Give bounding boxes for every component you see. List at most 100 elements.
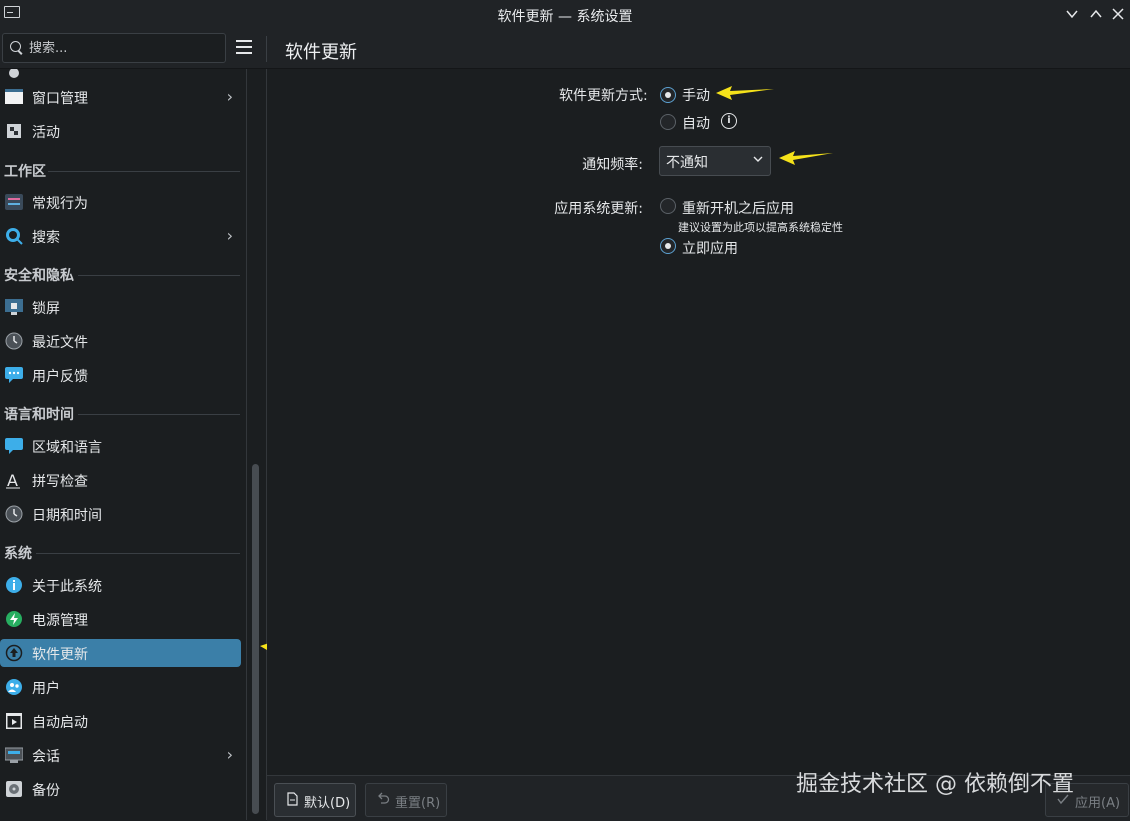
autostart-icon bbox=[6, 713, 22, 729]
update-icon bbox=[5, 644, 23, 662]
spellcheck-icon: A bbox=[6, 471, 20, 489]
recent-files-icon bbox=[5, 332, 23, 350]
apply-updates-label: 应用系统更新: bbox=[554, 201, 643, 217]
update-mode-auto-label[interactable]: 自动 bbox=[682, 113, 710, 133]
section-system: 系统 bbox=[4, 543, 240, 563]
sidebar-item-label: 软件更新 bbox=[32, 647, 88, 663]
section-title: 语言和时间 bbox=[4, 407, 74, 423]
search-box[interactable] bbox=[2, 33, 226, 63]
sidebar-item-label: 备份 bbox=[32, 783, 60, 799]
apply-hint-text: 建议设置为此项以提高系统稳定性 bbox=[678, 221, 843, 234]
notify-frequency-select[interactable]: 不通知 bbox=[659, 146, 771, 176]
activities-icon bbox=[7, 124, 21, 138]
document-icon bbox=[287, 792, 298, 806]
watermark-text: 掘金技术社区 @ 依赖倒不置 bbox=[796, 772, 1074, 797]
lock-screen-icon bbox=[5, 299, 23, 315]
section-divider bbox=[48, 171, 240, 172]
header-divider bbox=[266, 36, 267, 62]
sidebar-item-label: 会话 bbox=[32, 749, 60, 765]
sidebar-item-label: 区域和语言 bbox=[32, 440, 102, 456]
sidebar-item-users[interactable]: 用户 bbox=[0, 673, 241, 701]
sidebar-item-label: 拼写检查 bbox=[32, 474, 88, 490]
section-divider bbox=[36, 553, 240, 554]
sidebar-item-label: 自动启动 bbox=[32, 715, 88, 731]
update-mode-label: 软件更新方式: bbox=[559, 88, 648, 104]
sidebar: 窗口管理 › 活动 工作区 常规行为 搜索 › 安全和隐私 锁屏 最近文件 用户… bbox=[0, 69, 246, 820]
feedback-icon bbox=[5, 367, 23, 383]
annotation-arrow-icon bbox=[779, 151, 833, 165]
defaults-button[interactable]: 默认(D) bbox=[274, 783, 356, 817]
sidebar-item-label: 用户反馈 bbox=[32, 369, 88, 385]
section-title: 系统 bbox=[4, 546, 32, 562]
sidebar-item-search[interactable]: 搜索 › bbox=[0, 222, 241, 250]
section-divider bbox=[78, 275, 240, 276]
window-icon bbox=[5, 89, 23, 104]
info-icon[interactable]: i bbox=[721, 113, 737, 129]
update-mode-manual-label[interactable]: 手动 bbox=[682, 85, 710, 105]
sidebar-item-spellcheck[interactable]: A 拼写检查 bbox=[0, 466, 241, 494]
hamburger-menu-icon[interactable] bbox=[236, 40, 252, 54]
chevron-right-icon: › bbox=[226, 745, 233, 764]
section-divider bbox=[78, 414, 240, 415]
section-workspace: 工作区 bbox=[4, 161, 240, 181]
apply-now-radio[interactable] bbox=[660, 238, 676, 254]
sidebar-item-region-language[interactable]: 区域和语言 bbox=[0, 432, 241, 460]
users-icon bbox=[6, 679, 22, 695]
sidebar-item-activities[interactable]: 活动 bbox=[0, 117, 241, 145]
update-mode-manual-radio[interactable] bbox=[660, 87, 676, 103]
maximize-icon[interactable] bbox=[1085, 3, 1107, 25]
sidebar-toolbar bbox=[0, 30, 266, 69]
reset-button[interactable]: 重置(R) bbox=[365, 783, 447, 817]
minimize-icon[interactable] bbox=[1061, 3, 1083, 25]
power-icon bbox=[6, 611, 22, 627]
sidebar-item-software-update[interactable]: 软件更新 bbox=[0, 639, 241, 667]
close-icon[interactable] bbox=[1107, 3, 1129, 25]
sidebar-item-general-behavior[interactable]: 常规行为 bbox=[0, 188, 241, 216]
sidebar-item-lock-screen[interactable]: 锁屏 bbox=[0, 293, 241, 321]
sidebar-item-label: 搜索 bbox=[32, 230, 60, 246]
general-behavior-icon bbox=[5, 194, 23, 210]
page-title: 软件更新 bbox=[285, 42, 357, 63]
apply-now-label[interactable]: 立即应用 bbox=[682, 238, 738, 258]
sidebar-item-session[interactable]: 会话 › bbox=[0, 741, 241, 769]
sidebar-item-label: 最近文件 bbox=[32, 335, 88, 351]
sidebar-item-user-feedback[interactable]: 用户反馈 bbox=[0, 361, 241, 389]
undo-icon bbox=[378, 792, 390, 804]
apply-after-reboot-radio[interactable] bbox=[660, 198, 676, 214]
search-input[interactable] bbox=[27, 37, 221, 59]
page-header: 软件更新 bbox=[266, 30, 1130, 69]
section-title: 安全和隐私 bbox=[4, 268, 74, 284]
sidebar-item-label: 电源管理 bbox=[32, 613, 88, 629]
window-title: 软件更新 — 系统设置 bbox=[497, 9, 633, 25]
clock-icon bbox=[5, 505, 23, 523]
sidebar-item-label: 日期和时间 bbox=[32, 508, 102, 524]
session-icon bbox=[5, 747, 23, 763]
settings-icon bbox=[9, 69, 19, 78]
annotation-arrow-icon bbox=[716, 86, 774, 100]
update-mode-auto-radio[interactable] bbox=[660, 114, 676, 130]
sidebar-item-label: 窗口管理 bbox=[32, 91, 88, 107]
section-security-privacy: 安全和隐私 bbox=[4, 265, 240, 285]
sidebar-item-label: 活动 bbox=[32, 125, 60, 141]
settings-content: 软件更新方式: 手动 自动 i 通知频率: 不通知 应用系统更新: 重新开机之后… bbox=[267, 69, 1130, 775]
chevron-down-icon bbox=[753, 156, 763, 162]
sidebar-item-label: 锁屏 bbox=[32, 301, 60, 317]
sidebar-item-backup[interactable]: 备份 bbox=[0, 775, 241, 803]
apply-after-reboot-label[interactable]: 重新开机之后应用 bbox=[682, 198, 794, 218]
sidebar-item-date-time[interactable]: 日期和时间 bbox=[0, 500, 241, 528]
backup-icon bbox=[6, 781, 22, 797]
notify-frequency-value: 不通知 bbox=[666, 155, 708, 171]
sidebar-item-power-management[interactable]: 电源管理 bbox=[0, 605, 241, 633]
sidebar-item-recent-files[interactable]: 最近文件 bbox=[0, 327, 241, 355]
title-bar: 软件更新 — 系统设置 bbox=[0, 0, 1130, 31]
section-language-time: 语言和时间 bbox=[4, 404, 240, 424]
region-icon bbox=[5, 438, 23, 454]
sidebar-item-autostart[interactable]: 自动启动 bbox=[0, 707, 241, 735]
sidebar-item-window-management[interactable]: 窗口管理 › bbox=[0, 83, 241, 111]
notify-frequency-label: 通知频率: bbox=[582, 157, 643, 173]
section-title: 工作区 bbox=[4, 164, 46, 180]
search-icon bbox=[6, 228, 23, 245]
sidebar-item-about-system[interactable]: 关于此系统 bbox=[0, 571, 241, 599]
sidebar-item-label: 常规行为 bbox=[32, 196, 88, 212]
svg-text:A: A bbox=[7, 471, 18, 489]
